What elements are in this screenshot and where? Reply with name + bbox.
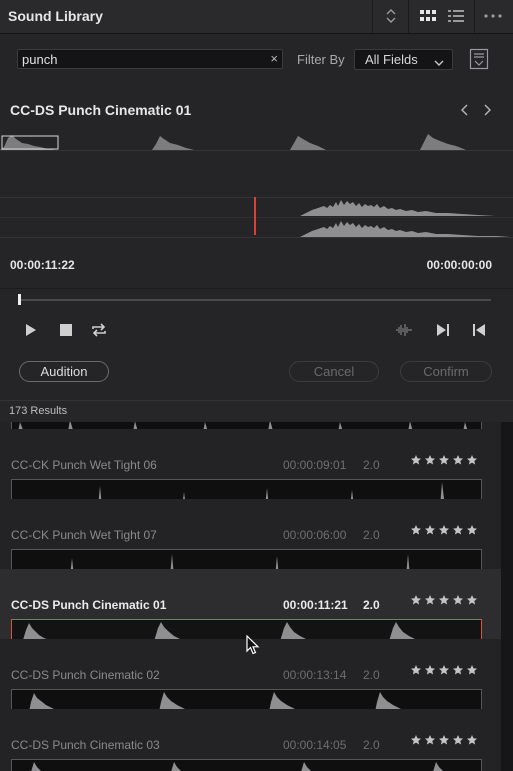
divider — [0, 288, 513, 289]
star-icon[interactable] — [437, 593, 451, 611]
filter-value: All Fields — [365, 52, 418, 67]
star-icon[interactable] — [409, 523, 423, 541]
clip-name: CC-DS Punch Cinematic 03 — [11, 738, 160, 752]
star-icon[interactable] — [423, 593, 437, 611]
star-icon[interactable] — [451, 593, 465, 611]
divider — [408, 0, 409, 33]
results-count: 173 Results — [9, 405, 68, 417]
clip-waveform[interactable] — [11, 759, 482, 771]
list-item[interactable]: CC-CK Punch Wet Tight 06 00:00:09:01 2.0 — [0, 429, 501, 508]
scrubber-handle[interactable] — [18, 294, 21, 305]
loop-icon[interactable] — [89, 320, 109, 340]
stop-icon[interactable] — [56, 320, 76, 340]
star-icon[interactable] — [437, 663, 451, 681]
rating-stars[interactable] — [409, 523, 479, 541]
star-icon[interactable] — [409, 733, 423, 751]
clip-name: CC-CK Punch Wet Tight 06 — [11, 458, 157, 472]
skip-to-end-icon[interactable] — [433, 320, 453, 340]
scrubber-track[interactable] — [19, 299, 491, 301]
star-icon[interactable] — [409, 453, 423, 471]
list-view-icon[interactable] — [445, 6, 467, 26]
current-timecode: 00:00:11:22 — [10, 258, 75, 272]
divider — [372, 0, 373, 33]
play-icon[interactable] — [21, 320, 41, 340]
clip-channels: 2.0 — [363, 528, 380, 542]
scrollbar[interactable] — [501, 422, 513, 771]
sort-icon[interactable] — [380, 6, 402, 26]
clip-name: CC-DS Punch Cinematic 01 — [11, 598, 167, 612]
clip-name: CC-CK Punch Wet Tight 07 — [11, 528, 157, 542]
metadata-icon[interactable] — [469, 48, 489, 70]
skip-to-start-icon[interactable] — [469, 320, 489, 340]
audition-button[interactable]: Audition — [19, 361, 109, 382]
list-item[interactable] — [0, 422, 501, 438]
star-icon[interactable] — [451, 663, 465, 681]
star-icon[interactable] — [451, 523, 465, 541]
mouse-cursor-icon — [246, 634, 260, 660]
results-bar — [0, 400, 513, 424]
star-icon[interactable] — [423, 663, 437, 681]
star-icon[interactable] — [465, 663, 479, 681]
star-icon[interactable] — [465, 453, 479, 471]
clip-duration: 00:00:14:05 — [283, 738, 347, 752]
star-icon[interactable] — [437, 733, 451, 751]
clip-channels: 2.0 — [363, 458, 380, 472]
confirm-button[interactable]: Confirm — [400, 361, 492, 382]
audio-trim-icon[interactable] — [394, 320, 414, 340]
clip-name: CC-DS Punch Cinematic 02 — [11, 668, 160, 682]
star-icon[interactable] — [451, 733, 465, 751]
rating-stars[interactable] — [409, 593, 479, 611]
search-field[interactable]: × — [17, 49, 283, 69]
divider — [474, 0, 475, 33]
playhead[interactable] — [254, 197, 256, 235]
star-icon[interactable] — [423, 523, 437, 541]
clip-list[interactable]: CC-CK Punch Wet Tight 06 00:00:09:01 2.0… — [0, 422, 501, 771]
search-input[interactable] — [22, 51, 262, 67]
more-icon[interactable] — [482, 6, 504, 26]
list-item[interactable]: CC-DS Punch Cinematic 03 00:00:14:05 2.0 — [0, 709, 501, 771]
duration-timecode: 00:00:00:00 — [426, 258, 492, 272]
filter-label: Filter By — [297, 52, 345, 67]
clip-channels: 2.0 — [363, 738, 380, 752]
star-icon[interactable] — [465, 593, 479, 611]
clip-duration: 00:00:13:14 — [283, 668, 347, 682]
star-icon[interactable] — [465, 523, 479, 541]
clip-channels: 2.0 — [363, 668, 380, 682]
star-icon[interactable] — [451, 453, 465, 471]
rating-stars[interactable] — [409, 453, 479, 471]
star-icon[interactable] — [437, 453, 451, 471]
clip-duration: 00:00:06:00 — [283, 528, 347, 542]
clip-duration: 00:00:09:01 — [283, 458, 347, 472]
cancel-button[interactable]: Cancel — [289, 361, 379, 382]
overview-waveform[interactable] — [0, 130, 513, 150]
rating-stars[interactable] — [409, 733, 479, 751]
next-clip-icon[interactable] — [482, 103, 492, 121]
star-icon[interactable] — [409, 663, 423, 681]
clip-channels: 2.0 — [363, 598, 380, 612]
star-icon[interactable] — [423, 453, 437, 471]
divider — [0, 237, 513, 238]
star-icon[interactable] — [465, 733, 479, 751]
list-item[interactable]: CC-CK Punch Wet Tight 07 00:00:06:00 2.0 — [0, 499, 501, 578]
star-icon[interactable] — [437, 523, 451, 541]
list-item-selected[interactable]: CC-DS Punch Cinematic 01 00:00:11:21 2.0 — [0, 569, 501, 648]
clip-title: CC-DS Punch Cinematic 01 — [10, 102, 192, 118]
star-icon[interactable] — [409, 593, 423, 611]
chevron-down-icon — [434, 54, 444, 72]
clip-duration: 00:00:11:21 — [283, 598, 348, 612]
filter-dropdown[interactable]: All Fields — [354, 49, 453, 70]
window-title: Sound Library — [8, 8, 103, 24]
zoomed-waveform[interactable] — [0, 197, 513, 237]
grid-view-icon[interactable] — [417, 6, 439, 26]
clear-search-icon[interactable]: × — [270, 51, 278, 66]
divider — [0, 150, 513, 151]
previous-clip-icon[interactable] — [460, 103, 470, 121]
rating-stars[interactable] — [409, 663, 479, 681]
star-icon[interactable] — [423, 733, 437, 751]
